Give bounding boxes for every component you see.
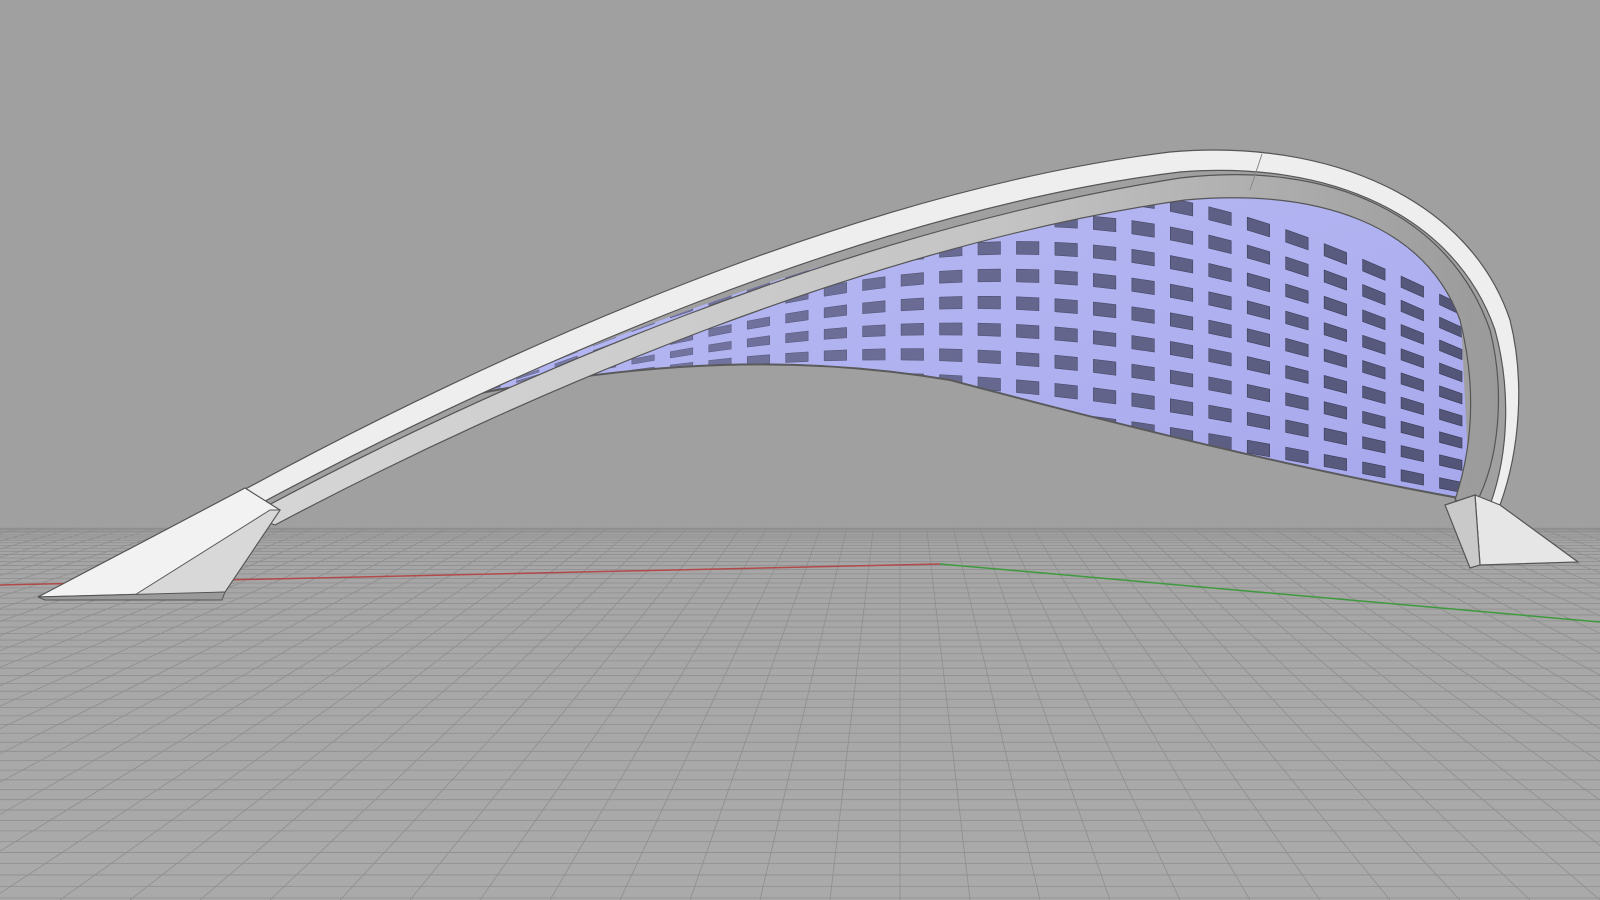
lattice-panel [823,349,847,362]
lattice-panel [1054,411,1078,428]
lattice-panel [900,272,924,287]
lattice-panel [746,354,770,366]
lattice-panel [1016,296,1040,311]
lattice-panel [1054,270,1078,286]
lattice-panel [977,268,1001,283]
lattice-panel [785,392,809,404]
lattice-panel [1093,301,1117,319]
lattice-panel [670,391,694,399]
3d-viewport[interactable] [0,0,1600,900]
lattice-panel [1054,326,1078,343]
lattice-panel [900,322,924,336]
lattice-panel [939,400,963,415]
lattice-panel [900,348,924,361]
lattice-panel [1016,379,1040,396]
lattice-panel [977,241,1001,256]
lattice-panel [785,372,809,383]
lattice-panel [708,391,732,400]
lattice-panel [1016,241,1040,255]
lattice-panel [977,349,1001,365]
lattice-panel [1054,354,1078,371]
lattice-panel [1016,324,1040,339]
lattice-panel [708,374,732,384]
lattice-panel [900,397,924,412]
viewport-scene[interactable] [0,0,1600,900]
lattice-panel [823,393,847,406]
lattice-panel [1016,351,1040,368]
lattice-panel [1093,215,1117,233]
lattice-panel [670,376,694,385]
lattice-panel [862,300,886,315]
lattice-panel [785,351,809,363]
lattice-panel [1054,241,1078,257]
lattice-panel [1093,244,1117,261]
lattice-panel [1093,330,1117,347]
lattice-panel [631,391,655,398]
lattice-panel [900,297,924,312]
lattice-panel [1093,358,1117,376]
lattice-panel [823,327,847,340]
lattice-panel [746,391,770,402]
lattice-panel [862,324,886,338]
lattice-panel [862,372,886,385]
lattice-panel [746,373,770,383]
lattice-panel [977,295,1001,310]
lattice-panel [631,379,655,387]
lattice-panel [939,296,963,310]
lattice-panel [554,392,578,397]
lattice-panel [1054,298,1078,314]
lattice-panel [1016,407,1040,424]
lattice-panel [862,348,886,361]
lattice-panel [1093,273,1117,290]
lattice-panel [939,348,963,362]
lattice-panel [1016,268,1040,283]
lattice-panel [977,322,1001,337]
lattice-panel [1054,383,1078,400]
lattice-panel [862,395,886,409]
lattice-panel [823,372,847,384]
lattice-panel [1093,387,1117,405]
construction-grid [0,527,1600,900]
lattice-panel [593,391,617,397]
lattice-panel [977,403,1001,419]
lattice-panel [593,381,617,389]
lattice-panel [939,322,963,336]
lattice-panel [939,269,963,284]
